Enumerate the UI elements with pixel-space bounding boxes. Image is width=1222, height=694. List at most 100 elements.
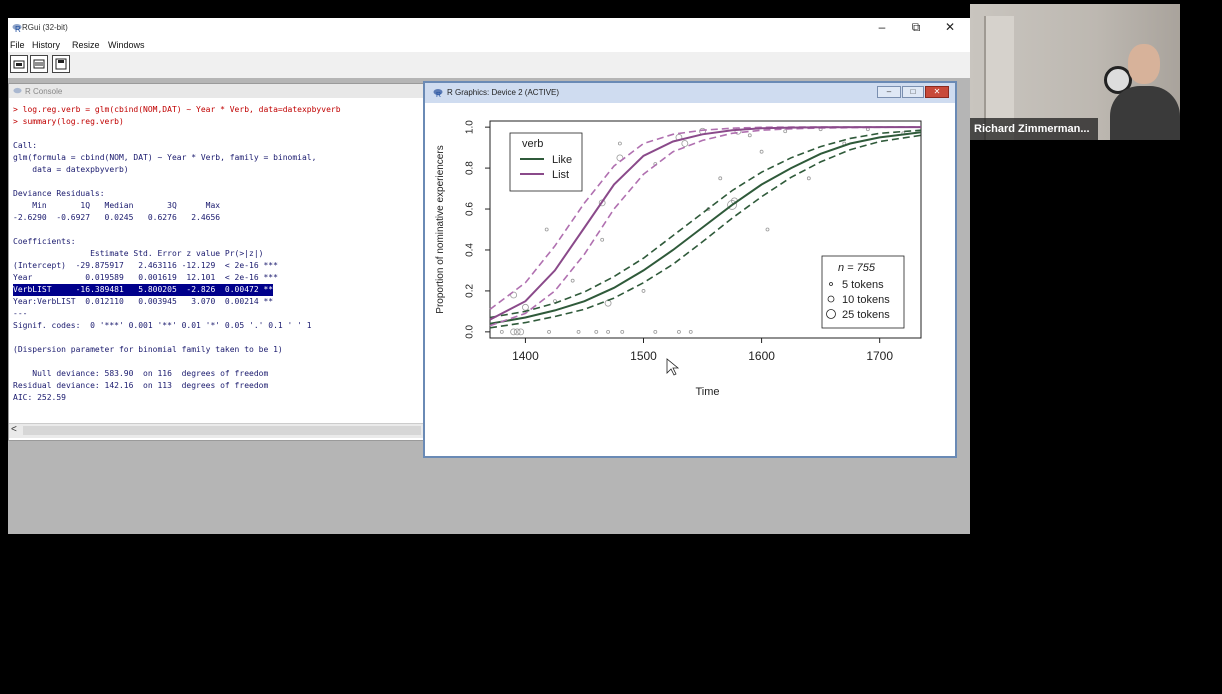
toolbar-open-button[interactable] [10,55,28,73]
console-line: --- [13,309,28,318]
graphics-device-window[interactable]: R R Graphics: Device 2 (ACTIVE) – □ ✕ 14… [423,81,957,458]
mdi-workspace: R Console > log.reg.verb = glm(cbind(NOM… [8,78,970,534]
graphics-maximize-button[interactable]: □ [902,86,924,98]
menu-history[interactable]: History [32,40,60,50]
r-logo-icon: R [433,89,443,98]
data-point [547,329,551,334]
data-point [783,129,788,134]
console-line: Year 0.019589 0.001619 12.101 < 2e-16 **… [13,273,278,282]
data-point [606,329,610,334]
legend-n-label: n = 755 [838,262,876,274]
console-line: Signif. codes: 0 '***' 0.001 '**' 0.01 '… [13,321,312,330]
y-tick-label: 0.0 [465,324,476,338]
x-tick-label: 1400 [512,349,539,363]
data-point [806,176,811,181]
mouse-cursor-icon [666,358,680,376]
x-tick-label: 1600 [748,349,775,363]
console-line: VerbLIST -16.389481 5.800205 -2.826 0.00… [13,284,425,296]
save-workspace-icon [55,58,67,70]
data-point [499,329,504,334]
r-logo-icon [13,87,22,94]
legend-label-like: Like [552,154,572,166]
data-point [513,328,521,336]
graphics-title: R Graphics: Device 2 (ACTIVE) [447,88,560,97]
data-point [517,328,525,336]
r-logo-icon: R [12,24,22,33]
console-line: > summary(log.reg.verb) [13,117,124,126]
console-line: Min 1Q Median 3Q Max [13,201,221,210]
console-line: Estimate Std. Error z value Pr(>|z|) [13,249,264,258]
rgui-title: RGui (32-bit) [22,23,68,32]
open-script-icon [13,60,25,69]
console-line: Deviance Residuals: [13,189,105,198]
console-horizontal-scrollbar[interactable]: < [9,423,423,438]
console-line: -2.6290 -0.6927 0.0245 0.6276 2.4656 [13,213,221,222]
close-button[interactable]: ✕ [940,20,960,34]
y-tick-label: 0.6 [465,202,476,216]
minimize-button[interactable]: – [872,20,892,34]
console-titlebar[interactable]: R Console [9,84,423,98]
data-point [570,278,575,283]
y-tick-label: 1.0 [465,120,476,134]
console-line: (Dispersion parameter for binomial famil… [13,345,283,354]
maximize-button[interactable]: ⧉ [906,20,926,35]
console-line: Residual deviance: 142.16 on 113 degrees… [13,381,269,390]
data-point [641,289,646,293]
rgui-titlebar[interactable]: R RGui (32-bit) – ⧉ ✕ [8,18,970,38]
x-tick-label: 1500 [630,349,657,363]
svg-text:R: R [15,25,21,33]
svg-text:R: R [436,92,441,98]
graphics-close-button[interactable]: ✕ [925,86,949,98]
data-point [620,329,625,334]
r-console-window[interactable]: R Console > log.reg.verb = glm(cbind(NOM… [8,83,424,441]
data-point [677,329,681,334]
y-tick-label: 0.8 [465,161,476,175]
data-point [765,227,770,232]
toolbar-load-button[interactable] [30,55,48,73]
proportion-plot: 1400 1500 1600 1700 0.0 0.2 0.4 0.6 0.8 1.0 Time Pr… [435,120,922,398]
console-output[interactable]: > log.reg.verb = glm(cbind(NOM,DAT) ~ Ye… [13,104,425,414]
data-point [747,133,752,138]
legend-size-label: 25 tokens [842,309,890,321]
console-line: Coefficients: [13,237,76,246]
data-point [576,329,581,334]
graphics-minimize-button[interactable]: – [877,86,901,98]
data-point [617,141,622,146]
data-point [718,176,723,181]
highlighted-coefficient-row[interactable]: VerbLIST -16.389481 5.800205 -2.826 0.00… [13,284,274,296]
legend-verb-title: verb [522,138,543,150]
console-line: AIC: 252.59 [13,393,66,402]
data-point [544,227,549,232]
x-axis-label: Time [695,386,719,398]
data-point [688,329,693,334]
x-tick-label: 1700 [866,349,893,363]
data-point [510,328,518,336]
load-workspace-icon [33,59,45,69]
console-line: data = datexpbyverb) [13,165,129,174]
console-line: > log.reg.verb = glm(cbind(NOM,DAT) ~ Ye… [13,105,341,114]
data-point [681,140,689,147]
participant-name: Richard Zimmerman... [970,118,1098,140]
scrollbar-thumb[interactable] [23,426,421,435]
data-point [594,329,599,334]
y-tick-label: 0.2 [465,284,476,298]
scroll-left-icon[interactable]: < [11,424,17,435]
webcam-feed: Richard Zimmerman... [970,4,1180,140]
legend-size-label: 10 tokens [842,294,890,306]
legend-label-list: List [552,169,569,181]
menu-bar: File History Resize Windows [8,38,970,52]
menu-file[interactable]: File [10,40,25,50]
data-point [759,149,764,154]
graphics-titlebar[interactable]: R R Graphics: Device 2 (ACTIVE) – □ ✕ [425,83,955,103]
menu-resize[interactable]: Resize [72,40,100,50]
y-axis-label: Proportion of nominative experiencers [435,145,446,313]
data-point [653,329,658,334]
toolbar-save-button[interactable] [52,55,70,73]
data-point [600,237,605,242]
person-head [1128,44,1160,84]
menu-windows[interactable]: Windows [108,40,145,50]
